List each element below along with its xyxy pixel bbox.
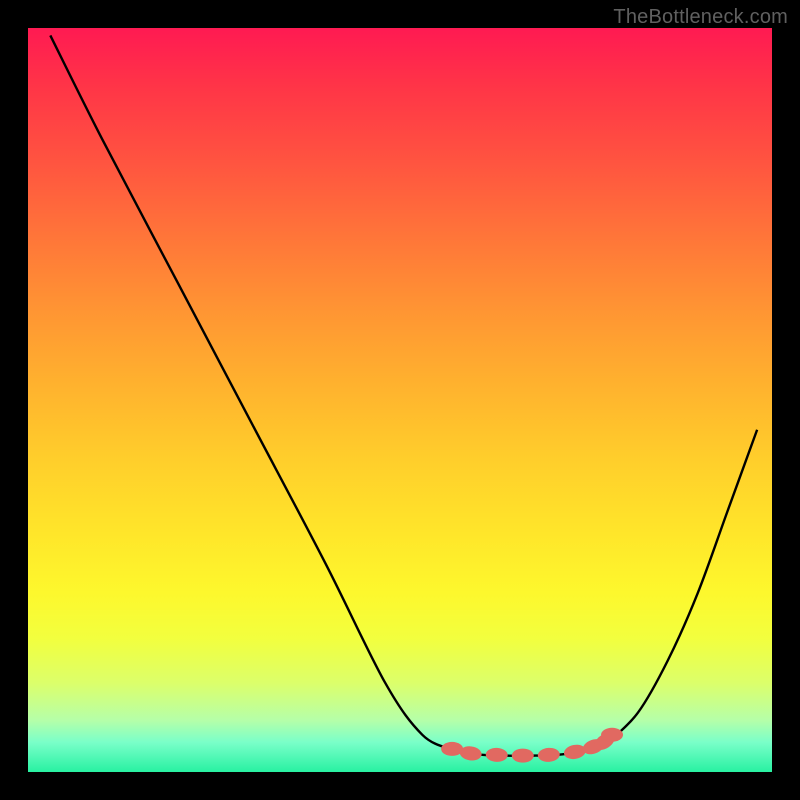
chart-plot-area [28, 28, 772, 772]
marker-dot [601, 728, 623, 742]
marker-dot [512, 749, 534, 763]
chart-svg [28, 28, 772, 772]
highlight-markers [441, 728, 623, 763]
watermark-text: TheBottleneck.com [613, 6, 788, 29]
marker-dot [485, 747, 508, 762]
curve-right-branch [608, 430, 757, 742]
curve-left-branch [50, 35, 452, 749]
marker-dot [537, 747, 560, 763]
marker-dot [441, 742, 463, 756]
marker-dot [563, 743, 587, 761]
